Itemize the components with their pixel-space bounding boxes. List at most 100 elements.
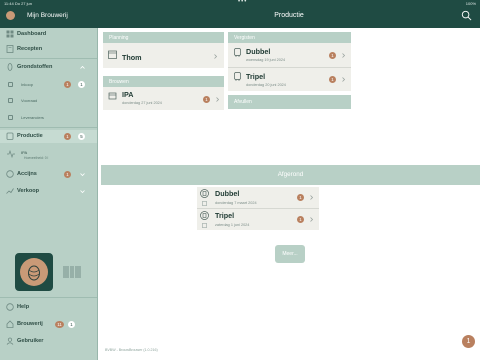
chevron-right-icon [310, 195, 314, 200]
notification-fab[interactable]: 1 [462, 335, 475, 348]
warning-badge: 1 [297, 194, 304, 201]
active-batch-label: IPA [21, 150, 28, 155]
warning-badge: 11 [55, 321, 64, 328]
sidebar-divider [0, 127, 97, 128]
row-title: Tripel [246, 72, 266, 81]
warning-badge: 1 [203, 96, 210, 103]
afgerond-header: Afgerond [101, 165, 480, 185]
sidebar-item-help[interactable]: Help [0, 301, 97, 314]
afgerond-row[interactable]: Tripel zaterdag 1 juni 2024 1 [197, 209, 319, 230]
sidebar-item-label: Recepten [17, 46, 43, 52]
calendar-icon [202, 201, 207, 206]
chevron-right-icon [342, 53, 346, 58]
calendar-icon [202, 223, 207, 228]
count-badge: 1 [78, 81, 85, 88]
sidebar-item-label: Dashboard [17, 31, 47, 37]
sidebar-item-label: Grondstoffen [17, 64, 53, 70]
kettle-icon [108, 92, 117, 100]
sidebar-item-productie[interactable]: Productie 1 5 [0, 130, 97, 143]
status-bar: 11:44 Do 27 jun ••• 100% [4, 0, 476, 8]
sidebar-subitem-leveranciers[interactable]: Leveranciers [0, 112, 97, 123]
brewery-logo-tile[interactable] [15, 253, 53, 291]
user-icon [6, 337, 14, 345]
row-title: Dubbel [215, 189, 240, 198]
sidebar-item-label: Brouwerij [17, 321, 43, 327]
sidebar-item-accijns[interactable]: Accijns 1 [0, 168, 97, 181]
sidebar-item-grondstoffen[interactable]: Grondstoffen [0, 61, 97, 74]
sidebar-subitem-voorraad[interactable]: Voorraad [0, 95, 97, 106]
warning-badge: 1 [297, 216, 304, 223]
factory-icon [6, 132, 14, 140]
barcode-icon[interactable] [63, 264, 81, 280]
brouwen-header: Brouwen [103, 76, 224, 87]
row-title: Dubbel [246, 47, 271, 56]
row-date: donderdag 20 juni 2024 [246, 83, 286, 87]
sidebar-subitem-active-batch[interactable]: IPA Hoeveelheid: 0 l [0, 147, 97, 163]
warning-badge: 1 [329, 52, 336, 59]
sidebar-item-recepten[interactable]: Recepten [0, 43, 97, 56]
chevron-right-icon [342, 77, 346, 82]
sidebar-item-label: Verkoop [17, 188, 40, 194]
planning-row[interactable]: Thom [103, 44, 224, 68]
fermenter-icon [234, 48, 241, 57]
search-icon[interactable] [461, 10, 472, 21]
row-title: Thom [122, 53, 142, 62]
chevron-right-icon [216, 97, 220, 102]
beer-glass-icon [200, 211, 209, 220]
brouwen-row[interactable]: IPA donderdag 27 juni 2024 1 [103, 87, 224, 110]
brand-name: Mijn Brouwerij [27, 12, 68, 19]
status-time: 11:44 Do 27 jun [4, 1, 32, 6]
row-date: donderdag 27 juni 2024 [122, 101, 162, 105]
vergisten-header: Vergisten [228, 32, 351, 43]
row-date: donderdag 7 maart 2024 [215, 201, 257, 205]
sidebar-subitem-inkoop[interactable]: Inkoop 1 1 [0, 79, 97, 90]
sidebar-item-gebruiker[interactable]: Gebruiker [0, 335, 97, 348]
sidebar-item-verkoop[interactable]: Verkoop [0, 185, 97, 198]
calendar-icon [108, 50, 117, 59]
house-icon [6, 320, 14, 328]
main-content: Planning Thom Brouwen IPA donderdag 27 j… [97, 28, 480, 360]
chevron-right-icon [310, 217, 314, 222]
more-button[interactable]: Meer... [275, 245, 305, 263]
book-icon [6, 45, 14, 53]
chevron-up-icon[interactable] [80, 65, 85, 70]
sidebar-item-dashboard[interactable]: Dashboard [0, 28, 97, 41]
row-title: Tripel [215, 211, 235, 220]
row-date: zaterdag 1 juni 2024 [215, 223, 250, 227]
chevron-down-icon[interactable] [80, 172, 85, 177]
chevron-down-icon[interactable] [80, 189, 85, 194]
sidebar-item-label: Accijns [17, 171, 37, 177]
warning-badge: 1 [64, 171, 71, 178]
help-icon [6, 303, 14, 311]
truck-icon [8, 115, 13, 120]
sidebar-subitem-label: Inkoop [21, 82, 34, 87]
sidebar-item-label: Help [17, 304, 30, 310]
multitask-dots[interactable]: ••• [238, 0, 247, 5]
afgerond-row[interactable]: Dubbel donderdag 7 maart 2024 1 [197, 187, 319, 208]
brand-logo[interactable] [6, 11, 15, 20]
sidebar-subitem-label: Voorraad [21, 98, 38, 103]
vergisten-row[interactable]: Tripel donderdag 20 juni 2024 1 [228, 68, 351, 91]
pulse-icon [7, 150, 15, 158]
sidebar-divider [0, 297, 97, 298]
chevron-right-icon [214, 54, 218, 59]
afvullen-card[interactable]: Afvullen [228, 95, 351, 109]
brouwen-card: Brouwen IPA donderdag 27 juni 2024 1 [103, 76, 224, 110]
vergisten-row[interactable]: Dubbel woensdag 19 juni 2024 1 [228, 43, 351, 67]
box-icon [8, 98, 13, 103]
count-badge: 5 [78, 133, 85, 140]
brewery-logo [20, 258, 48, 286]
sidebar-item-label: Gebruiker [17, 338, 44, 344]
page-title: Productie [274, 12, 304, 19]
version-footer: BVBW - BrouwBrouwer (1.0.216) [105, 348, 158, 352]
active-batch-detail: Hoeveelheid: 0 l [24, 156, 49, 160]
afvullen-header: Afvullen [228, 95, 351, 109]
row-date: woensdag 19 juni 2024 [246, 58, 286, 62]
sidebar-item-brouwerij[interactable]: Brouwerij 11 1 [0, 318, 97, 331]
warning-badge: 1 [64, 133, 71, 140]
grain-icon [7, 63, 13, 71]
beer-glass-icon [200, 189, 209, 198]
sidebar-subitem-label: Leveranciers [21, 115, 44, 120]
row-title: IPA [122, 90, 134, 99]
sidebar-item-label: Productie [17, 133, 43, 139]
